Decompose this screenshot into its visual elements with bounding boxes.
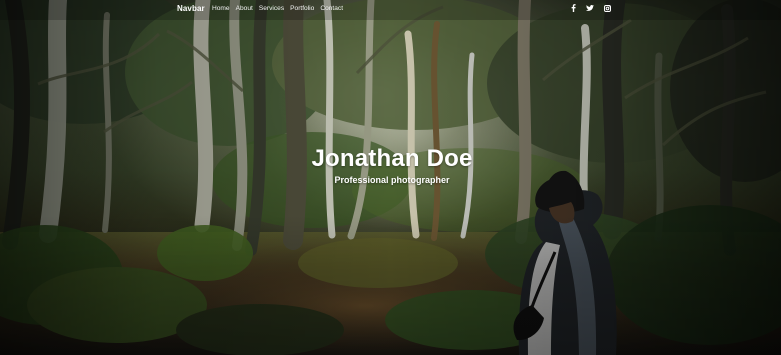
nav-about-link[interactable]: About [236, 5, 253, 12]
nav-links: Home About Services Portfolio Contact [212, 5, 343, 12]
nav-home-link[interactable]: Home [212, 5, 230, 12]
twitter-icon[interactable] [586, 4, 594, 12]
navbar-brand[interactable]: Navbar [177, 4, 205, 13]
nav-contact-link[interactable]: Contact [320, 5, 343, 12]
instagram-icon[interactable] [603, 4, 611, 12]
facebook-icon[interactable] [569, 4, 577, 12]
top-navbar: Navbar Home About Services Portfolio Con… [0, 0, 781, 20]
nav-services-link[interactable]: Services [259, 5, 284, 12]
hero-section: Navbar Home About Services Portfolio Con… [0, 0, 781, 355]
bottom-shadow [0, 215, 781, 355]
nav-portfolio-link[interactable]: Portfolio [290, 5, 314, 12]
social-links [569, 4, 611, 12]
